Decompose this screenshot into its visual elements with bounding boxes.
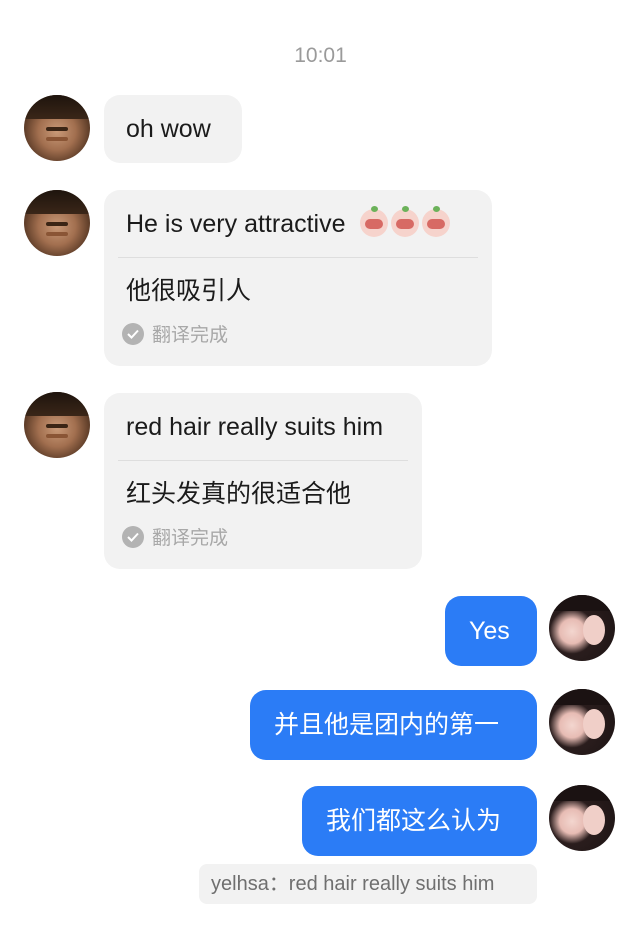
user-avatar[interactable]	[549, 785, 615, 851]
check-circle-icon	[122, 322, 144, 345]
pig-emoji-icon	[360, 206, 389, 237]
pig-emoji-icon	[391, 206, 420, 237]
user-avatar[interactable]	[549, 595, 615, 661]
message-text: He is very attractive	[126, 210, 346, 238]
message-line: He is very attractive	[104, 190, 492, 239]
contact-avatar[interactable]	[24, 392, 90, 458]
incoming-message-bubble[interactable]: He is very attractive 他很吸引人 翻译完成	[104, 190, 492, 366]
translation-text: 红头发真的很适合他	[126, 480, 352, 508]
outgoing-message-bubble[interactable]: 我们都这么认为	[302, 786, 537, 856]
chat-timestamp: 10:01	[294, 44, 347, 67]
translation-text: 他很吸引人	[126, 277, 252, 305]
contact-avatar[interactable]	[24, 95, 90, 161]
contact-avatar[interactable]	[24, 190, 90, 256]
check-circle-icon	[122, 525, 144, 548]
incoming-message-bubble[interactable]: red hair really suits him 红头发真的很适合他 翻译完成	[104, 393, 422, 569]
quoted-message[interactable]: yelhsa：red hair really suits him	[199, 864, 537, 904]
translation-status: 翻译完成	[104, 306, 492, 347]
incoming-message-bubble[interactable]: oh wow	[104, 95, 242, 163]
outgoing-message-bubble[interactable]: 并且他是团内的第一	[250, 690, 537, 760]
pig-emoji-icon	[422, 206, 451, 237]
user-avatar[interactable]	[549, 689, 615, 755]
translation-status: 翻译完成	[104, 509, 422, 550]
message-text: red hair really suits him	[126, 413, 384, 441]
outgoing-message-bubble[interactable]: Yes	[445, 596, 537, 666]
translation-status-label: 翻译完成	[152, 528, 229, 549]
translation-status-label: 翻译完成	[152, 325, 229, 346]
message-text: oh wow	[126, 115, 211, 143]
